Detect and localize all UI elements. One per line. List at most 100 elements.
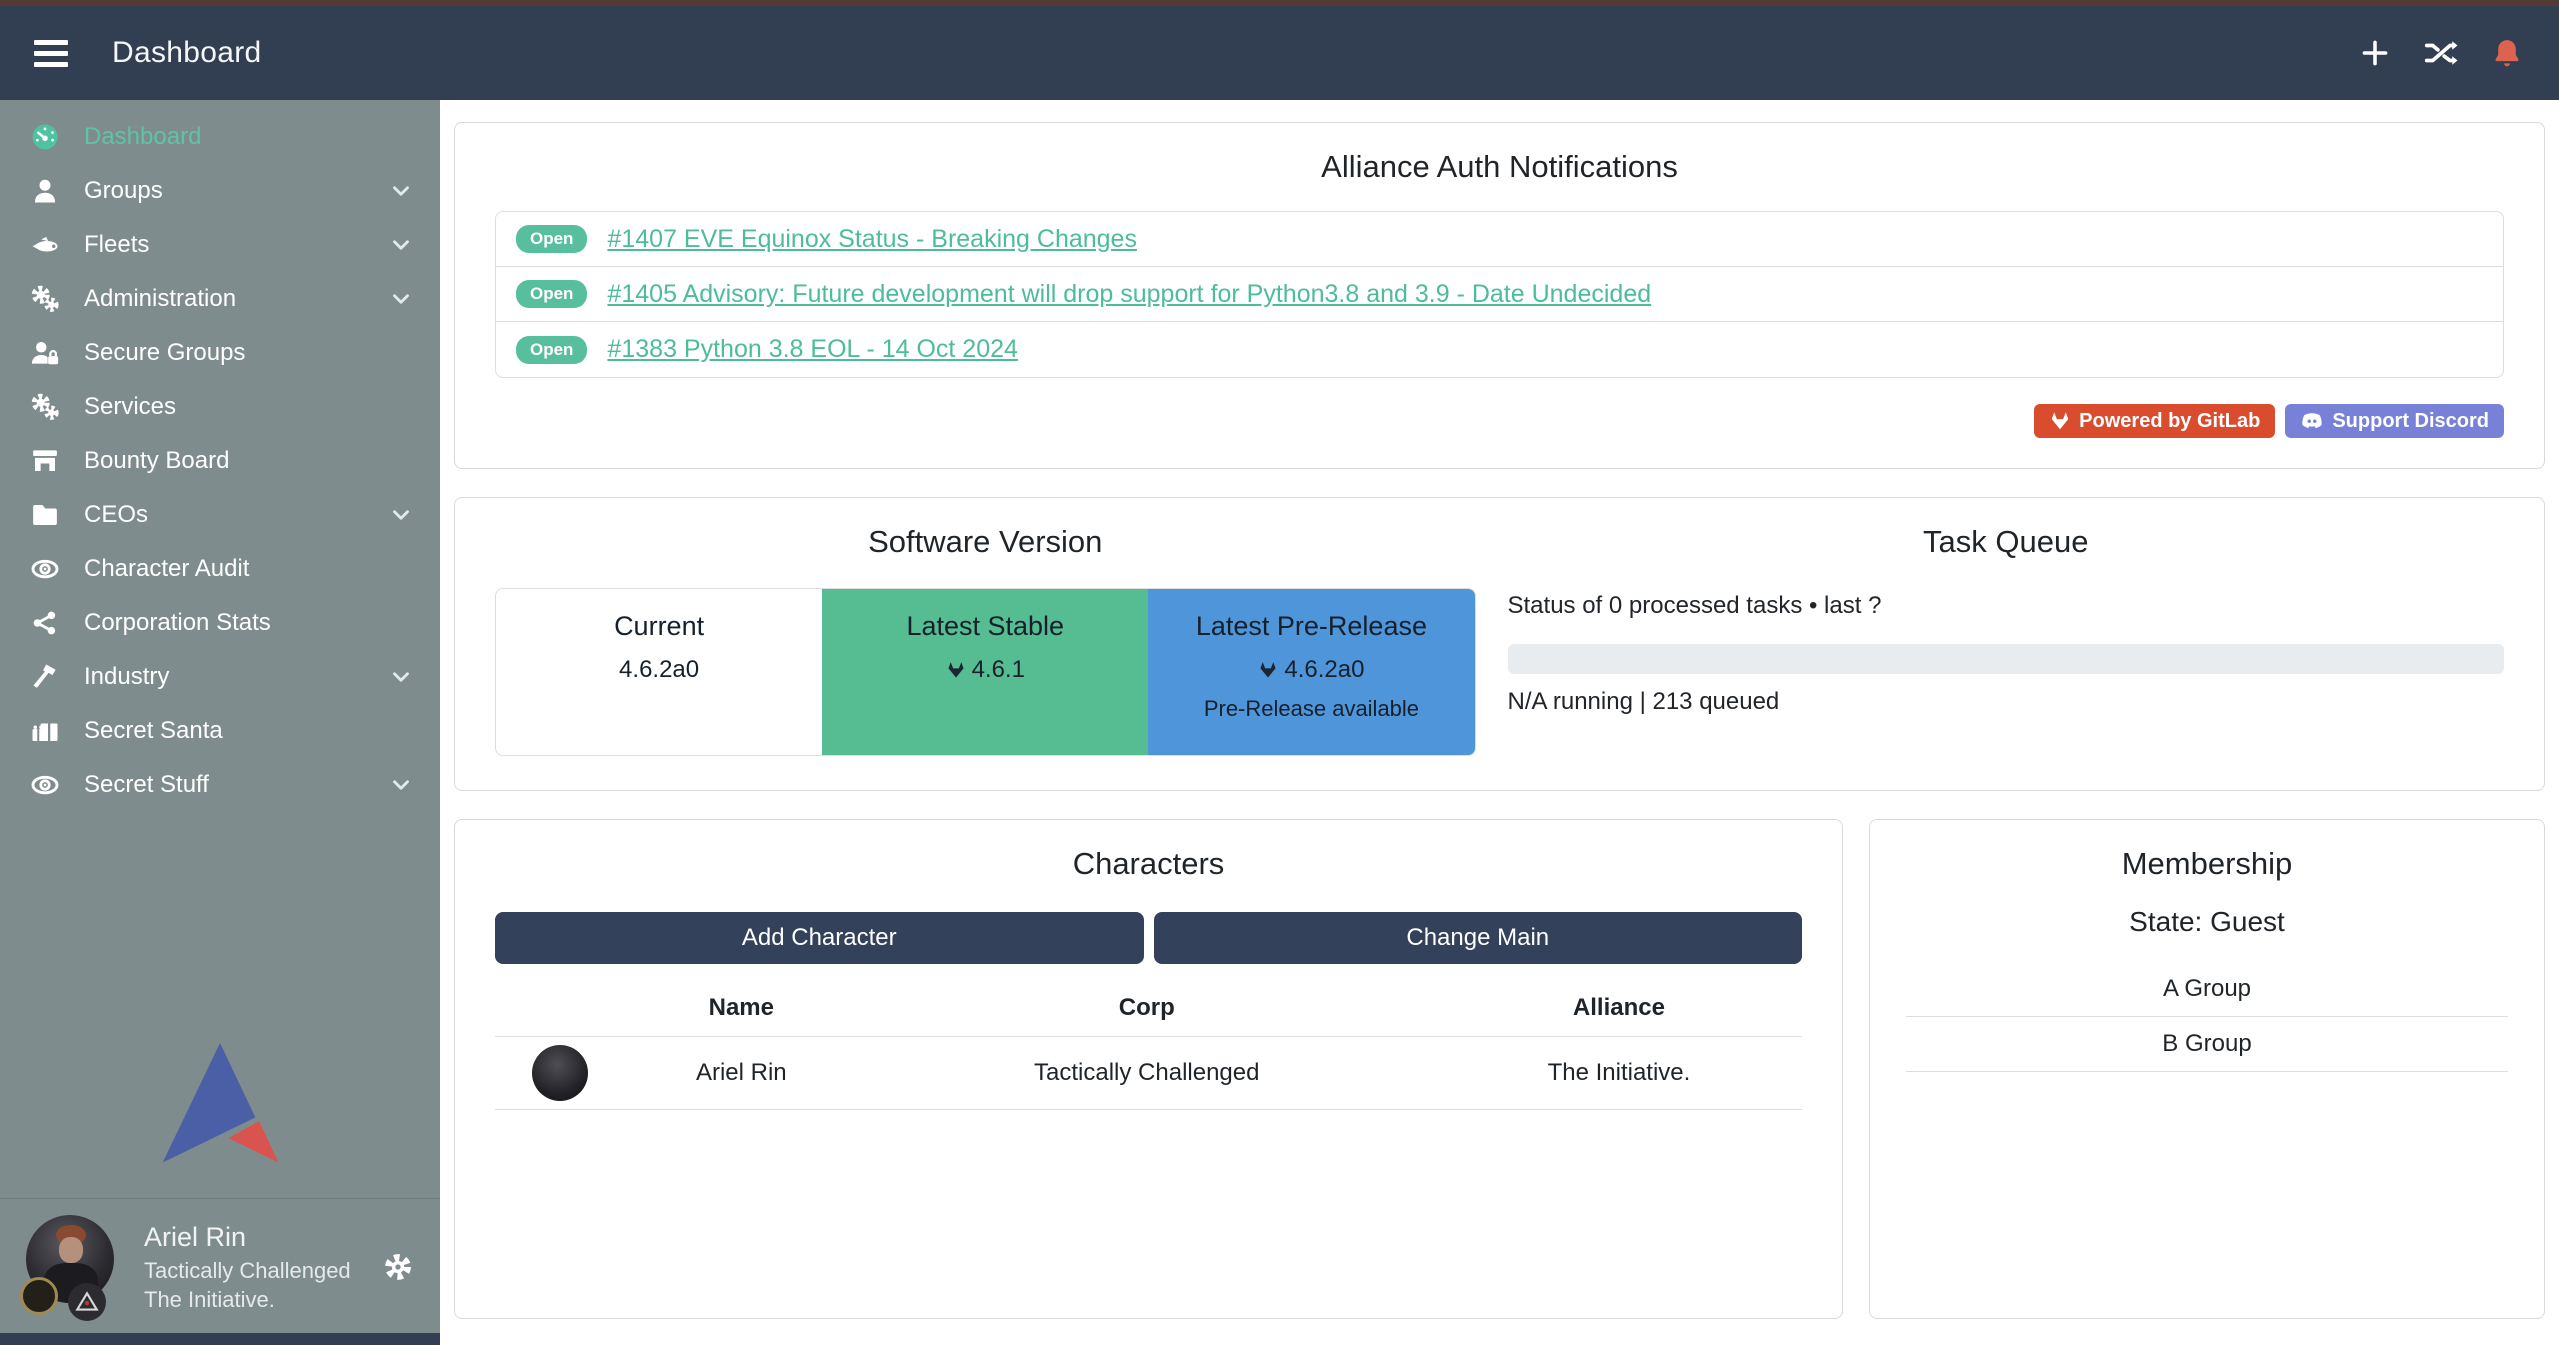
gitlab-tanuki-icon bbox=[946, 660, 966, 680]
sidebar-item-label: Groups bbox=[84, 177, 163, 205]
character-corp: Tactically Challenged bbox=[858, 1037, 1436, 1110]
sidebar-item-label: CEOs bbox=[84, 501, 148, 529]
hammer-icon bbox=[28, 662, 62, 692]
sidebar-item-services[interactable]: Services bbox=[0, 380, 440, 434]
sidebar-item-industry[interactable]: Industry bbox=[0, 650, 440, 704]
sidebar-item-label: Character Audit bbox=[84, 555, 249, 583]
membership-title: Membership bbox=[1906, 846, 2508, 882]
notification-row: Open #1407 EVE Equinox Status - Breaking… bbox=[496, 212, 2503, 267]
notification-row: Open #1405 Advisory: Future development … bbox=[496, 267, 2503, 322]
sidebar-item-label: Secret Stuff bbox=[84, 771, 209, 799]
chevron-down-icon bbox=[388, 286, 414, 312]
change-main-button[interactable]: Change Main bbox=[1154, 912, 1803, 964]
avatar-column-header bbox=[495, 978, 625, 1037]
software-version-title: Software Version bbox=[495, 524, 1476, 560]
notifications-list: Open #1407 EVE Equinox Status - Breaking… bbox=[495, 211, 2504, 378]
version-cell-stable: Latest Stable 4.6.1 bbox=[822, 589, 1148, 755]
prerelease-note: Pre-Release available bbox=[1148, 696, 1474, 722]
alliance-auth-logo bbox=[0, 1040, 440, 1198]
task-queue-caption: N/A running | 213 queued bbox=[1508, 688, 2505, 716]
character-alliance: The Initiative. bbox=[1436, 1037, 1802, 1110]
eye-icon bbox=[28, 770, 62, 800]
sidebar-item-fleets[interactable]: Fleets bbox=[0, 218, 440, 272]
add-icon[interactable] bbox=[2357, 35, 2393, 71]
software-version-section: Software Version Current 4.6.2a0 Latest … bbox=[495, 524, 1500, 756]
sidebar-item-secret-santa[interactable]: Secret Santa bbox=[0, 704, 440, 758]
notification-link[interactable]: #1405 Advisory: Future development will … bbox=[607, 280, 1651, 309]
share-nodes-icon bbox=[28, 608, 62, 638]
prerelease-version: 4.6.2a0 bbox=[1148, 656, 1474, 684]
version-cell-prerelease: Latest Pre-Release 4.6.2a0 Pre-Release a… bbox=[1148, 589, 1474, 755]
notification-link[interactable]: #1383 Python 3.8 EOL - 14 Oct 2024 bbox=[607, 335, 1017, 364]
task-queue-status: Status of 0 processed tasks • last ? bbox=[1508, 592, 2505, 620]
column-header-alliance: Alliance bbox=[1436, 978, 1802, 1037]
sidebar-item-dashboard[interactable]: Dashboard bbox=[0, 110, 440, 164]
current-label: Current bbox=[496, 611, 822, 642]
characters-title: Characters bbox=[495, 846, 1802, 882]
support-discord-badge[interactable]: Support Discord bbox=[2285, 404, 2504, 438]
sidebar-item-label: Industry bbox=[84, 663, 169, 691]
gauge-icon bbox=[28, 122, 62, 152]
discord-badge-label: Support Discord bbox=[2332, 410, 2489, 433]
sidebar-item-bounty-board[interactable]: Bounty Board bbox=[0, 434, 440, 488]
sidebar: Dashboard Groups Fleets bbox=[0, 100, 440, 1345]
chevron-down-icon bbox=[388, 178, 414, 204]
column-header-name: Name bbox=[625, 978, 858, 1037]
user-alliance: The Initiative. bbox=[144, 1285, 351, 1314]
gifts-icon bbox=[28, 716, 62, 746]
user-settings-gear-icon[interactable] bbox=[382, 1251, 414, 1283]
add-character-button[interactable]: Add Character bbox=[495, 912, 1144, 964]
group-list-item: B Group bbox=[1906, 1017, 2508, 1072]
sidebar-item-label: Secret Santa bbox=[84, 717, 223, 745]
sidebar-item-groups[interactable]: Groups bbox=[0, 164, 440, 218]
sidebar-bottom-strip bbox=[0, 1333, 440, 1345]
user-name: Ariel Rin bbox=[144, 1220, 351, 1256]
sidebar-item-corporation-stats[interactable]: Corporation Stats bbox=[0, 596, 440, 650]
prerelease-label: Latest Pre-Release bbox=[1148, 611, 1474, 642]
eye-icon bbox=[28, 554, 62, 584]
gears-icon bbox=[28, 392, 62, 422]
gears-icon bbox=[28, 284, 62, 314]
user-icon bbox=[28, 176, 62, 206]
membership-group-list: A Group B Group bbox=[1906, 962, 2508, 1072]
sidebar-item-administration[interactable]: Administration bbox=[0, 272, 440, 326]
status-badge: Open bbox=[516, 336, 587, 364]
version-cell-current: Current 4.6.2a0 bbox=[496, 589, 822, 755]
folder-icon bbox=[28, 500, 62, 530]
sidebar-item-label: Bounty Board bbox=[84, 447, 229, 475]
alliance-logo-badge bbox=[68, 1283, 106, 1321]
sidebar-item-ceos[interactable]: CEOs bbox=[0, 488, 440, 542]
status-panel: Software Version Current 4.6.2a0 Latest … bbox=[454, 497, 2545, 791]
sidebar-item-label: Secure Groups bbox=[84, 339, 245, 367]
task-queue-progressbar bbox=[1508, 644, 2505, 674]
notifications-bell-icon[interactable] bbox=[2489, 35, 2525, 71]
version-box: Current 4.6.2a0 Latest Stable 4.6.1 L bbox=[495, 588, 1476, 756]
current-version: 4.6.2a0 bbox=[496, 656, 822, 684]
membership-panel: Membership State: Guest A Group B Group bbox=[1869, 819, 2545, 1319]
chevron-down-icon bbox=[388, 502, 414, 528]
sidebar-item-character-audit[interactable]: Character Audit bbox=[0, 542, 440, 596]
sidebar-item-secret-stuff[interactable]: Secret Stuff bbox=[0, 758, 440, 812]
storefront-icon bbox=[28, 446, 62, 476]
sidebar-item-label: Administration bbox=[84, 285, 236, 313]
corp-logo-badge bbox=[20, 1277, 58, 1315]
column-header-corp: Corp bbox=[858, 978, 1436, 1037]
character-row: Ariel Rin Tactically Challenged The Init… bbox=[495, 1037, 1802, 1110]
character-avatar bbox=[532, 1045, 588, 1101]
user-lock-icon bbox=[28, 338, 62, 368]
status-badge: Open bbox=[516, 280, 587, 308]
shuffle-icon[interactable] bbox=[2423, 35, 2459, 71]
membership-state: State: Guest bbox=[1906, 906, 2508, 938]
characters-table: Name Corp Alliance Ariel Rin Tactically … bbox=[495, 978, 1802, 1110]
notification-link[interactable]: #1407 EVE Equinox Status - Breaking Chan… bbox=[607, 225, 1137, 254]
navbar: Dashboard bbox=[0, 6, 2559, 100]
task-queue-section: Task Queue Status of 0 processed tasks •… bbox=[1500, 524, 2505, 756]
group-list-item: A Group bbox=[1906, 962, 2508, 1017]
sidebar-item-label: Fleets bbox=[84, 231, 149, 259]
stable-label: Latest Stable bbox=[822, 611, 1148, 642]
sidebar-item-secure-groups[interactable]: Secure Groups bbox=[0, 326, 440, 380]
rocket-icon bbox=[28, 230, 62, 260]
menu-toggle-icon[interactable] bbox=[34, 40, 68, 67]
sidebar-item-label: Corporation Stats bbox=[84, 609, 271, 637]
powered-by-gitlab-badge[interactable]: Powered by GitLab bbox=[2034, 404, 2275, 438]
